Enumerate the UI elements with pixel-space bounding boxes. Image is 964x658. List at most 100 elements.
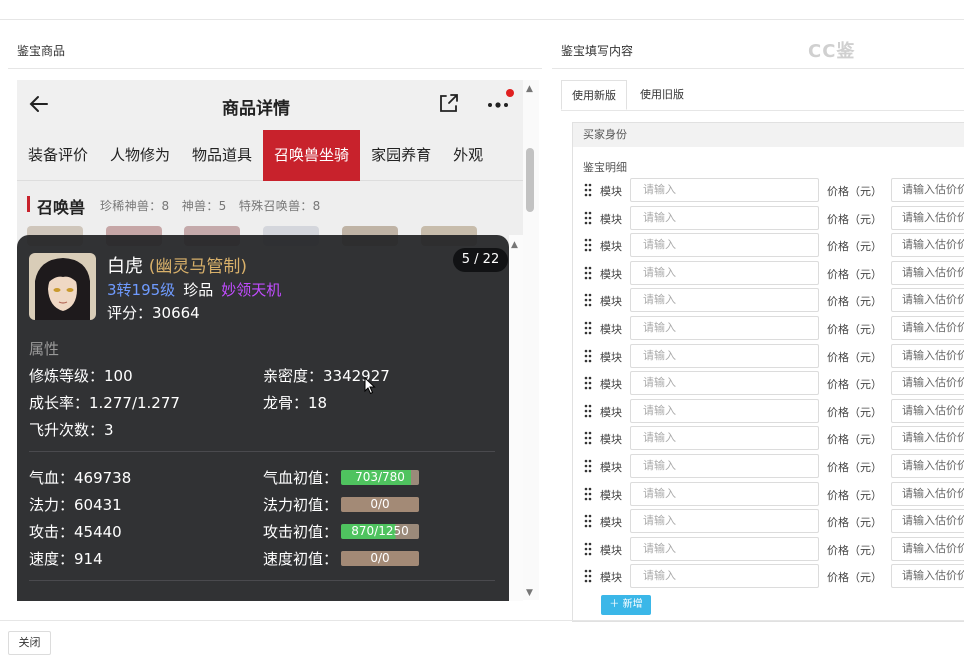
share-icon[interactable] xyxy=(437,93,459,115)
pet-rarity: 珍品 xyxy=(183,281,214,299)
tab-4[interactable]: 家园养育 xyxy=(360,130,442,181)
popup-scrollbar[interactable] xyxy=(509,235,523,601)
drag-handle-icon[interactable] xyxy=(583,376,593,390)
stats-divider xyxy=(29,580,495,581)
pet-name-line: 白虎 (幽灵马管制) xyxy=(107,252,247,278)
hp-init-bar: 703/780 xyxy=(341,470,419,485)
drag-handle-icon[interactable] xyxy=(583,487,593,501)
price-label: 价格（元） xyxy=(827,267,882,281)
price-input[interactable]: 请输入估价价 xyxy=(891,426,964,451)
drag-handle-icon[interactable] xyxy=(583,266,593,280)
drag-handle-icon[interactable] xyxy=(583,293,593,307)
drag-handle-icon[interactable] xyxy=(583,211,593,225)
module-input[interactable]: 请输入 xyxy=(630,398,819,423)
drag-handle-icon[interactable] xyxy=(583,404,593,418)
appraisal-row: 模块 请输入 价格（元） 请输入估价价 xyxy=(583,398,964,423)
price-input[interactable]: 请输入估价价 xyxy=(891,509,964,534)
module-input[interactable]: 请输入 xyxy=(630,454,819,478)
price-label: 价格（元） xyxy=(827,350,882,364)
module-label: 模块 xyxy=(600,267,622,281)
more-icon[interactable] xyxy=(486,100,512,110)
pet-level: 3转195级 xyxy=(107,281,176,299)
module-input[interactable]: 请输入 xyxy=(630,288,819,313)
stat-speed-init-label: 速度初值： xyxy=(263,550,339,568)
module-input[interactable]: 请输入 xyxy=(630,536,819,561)
stat-attack: 攻击：45440 xyxy=(29,523,122,541)
tab-new-version[interactable]: 使用新版 xyxy=(561,80,627,110)
drag-handle-icon[interactable] xyxy=(583,514,593,528)
drag-handle-icon[interactable] xyxy=(583,542,593,556)
price-input[interactable]: 请输入估价价 xyxy=(891,398,964,423)
price-input[interactable]: 请输入估价价 xyxy=(891,205,964,230)
price-input[interactable]: 请输入估价价 xyxy=(891,178,964,202)
stat-hp-init-label: 气血初值： xyxy=(263,469,339,487)
appraisal-row: 模块 请输入 价格（元） 请输入估价价 xyxy=(583,316,964,340)
scroll-down-icon[interactable]: ▼ xyxy=(526,588,533,598)
module-label: 模块 xyxy=(600,323,622,336)
tab-5[interactable]: 外观 xyxy=(442,130,494,181)
drag-handle-icon[interactable] xyxy=(583,431,593,445)
module-input[interactable]: 请输入 xyxy=(630,509,819,534)
top-bar xyxy=(0,0,964,20)
module-input[interactable]: 请输入 xyxy=(630,205,819,230)
tab-2[interactable]: 物品道具 xyxy=(181,130,263,181)
appraisal-row: 模块 请输入 价格（元） 请输入估价价 xyxy=(583,536,964,561)
module-label: 模块 xyxy=(600,543,622,557)
module-label: 模块 xyxy=(600,488,622,502)
drag-handle-icon[interactable] xyxy=(583,569,593,583)
popup-scroll-up-icon[interactable]: ▲ xyxy=(511,240,518,250)
tab-0[interactable]: 装备评价 xyxy=(17,130,99,181)
module-input[interactable]: 请输入 xyxy=(630,371,819,396)
stats-divider xyxy=(29,451,495,452)
appraisal-row: 模块 请输入 价格（元） 请输入估价价 xyxy=(583,481,964,506)
price-input[interactable]: 请输入估价价 xyxy=(891,233,964,258)
module-input[interactable]: 请输入 xyxy=(630,426,819,451)
drag-handle-icon[interactable] xyxy=(583,349,593,363)
drag-handle-icon[interactable] xyxy=(583,183,593,197)
appraisal-row: 模块 请输入 价格（元） 请输入估价价 xyxy=(583,178,964,202)
drag-handle-icon[interactable] xyxy=(583,459,593,473)
tab-3[interactable]: 召唤兽坐骑 xyxy=(263,130,361,181)
attack-init-bar: 870/1250 xyxy=(341,524,419,539)
buyer-identity-row[interactable]: 买家身份 xyxy=(573,123,964,147)
price-input[interactable]: 请输入估价价 xyxy=(891,371,964,396)
appraisal-row: 模块 请输入 价格（元） 请输入估价价 xyxy=(583,288,964,313)
notification-dot xyxy=(506,89,514,97)
tab-1[interactable]: 人物修为 xyxy=(99,130,181,181)
price-input[interactable]: 请输入估价价 xyxy=(891,316,964,340)
price-input[interactable]: 请输入估价价 xyxy=(891,536,964,561)
module-input[interactable]: 请输入 xyxy=(630,481,819,506)
mouse-cursor-icon xyxy=(364,377,376,395)
pet-avatar xyxy=(29,253,96,320)
preview-scroll-thumb[interactable] xyxy=(526,148,534,212)
price-label: 价格（元） xyxy=(827,295,882,309)
left-section-title: 鉴宝商品 xyxy=(17,44,66,58)
price-input[interactable]: 请输入估价价 xyxy=(891,454,964,478)
summon-counts: 珍稀神兽：8 神兽：5 特殊召唤兽：8 xyxy=(100,199,321,213)
module-input[interactable]: 请输入 xyxy=(630,343,819,368)
module-input[interactable]: 请输入 xyxy=(630,260,819,285)
scroll-up-icon[interactable]: ▲ xyxy=(526,84,533,94)
price-label: 价格（元） xyxy=(827,488,882,502)
tab-old-version[interactable]: 使用旧版 xyxy=(630,80,694,110)
price-input[interactable]: 请输入估价价 xyxy=(891,343,964,368)
drag-handle-icon[interactable] xyxy=(583,238,593,252)
price-label: 价格（元） xyxy=(827,212,882,226)
section-accent xyxy=(27,196,30,212)
summon-title: 召唤兽 xyxy=(37,198,86,217)
price-input[interactable]: 请输入估价价 xyxy=(891,288,964,313)
close-button[interactable]: 关闭 xyxy=(8,631,51,655)
appraisal-row: 模块 请输入 价格（元） 请输入估价价 xyxy=(583,205,964,230)
price-input[interactable]: 请输入估价价 xyxy=(891,564,964,589)
module-label: 模块 xyxy=(600,516,622,530)
module-input[interactable]: 请输入 xyxy=(630,233,819,258)
stat-dragon-bone: 龙骨：18 xyxy=(263,394,328,412)
module-input[interactable]: 请输入 xyxy=(630,316,819,340)
price-input[interactable]: 请输入估价价 xyxy=(891,481,964,506)
add-row-button[interactable]: ＋ 新增 xyxy=(601,595,651,615)
price-input[interactable]: 请输入估价价 xyxy=(891,260,964,285)
module-input[interactable]: 请输入 xyxy=(630,564,819,589)
stat-mp-init-label: 法力初值： xyxy=(263,496,339,514)
drag-handle-icon[interactable] xyxy=(583,321,593,335)
module-input[interactable]: 请输入 xyxy=(630,178,819,202)
